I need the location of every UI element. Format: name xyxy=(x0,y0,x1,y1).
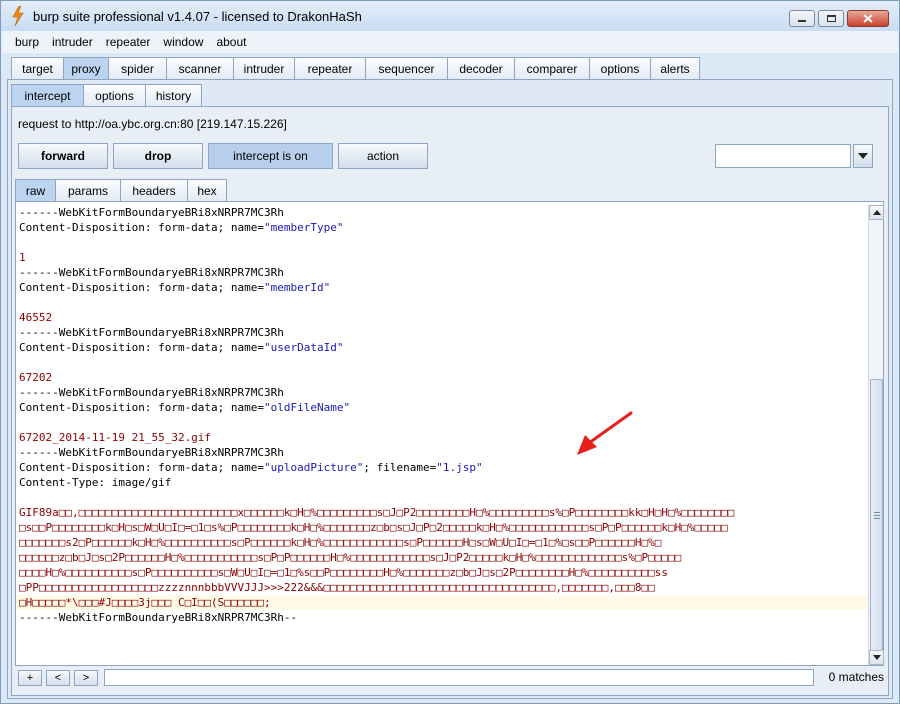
raw-request-editor[interactable]: ------WebKitFormBoundaryeBRi8xNRPR7MC3Rh… xyxy=(16,205,868,663)
menu-about[interactable]: about xyxy=(216,35,246,49)
tab-history[interactable]: history xyxy=(145,84,202,106)
value-line: 67202_2014-11-19 21_55_32.gif xyxy=(19,431,212,444)
scroll-up-button[interactable] xyxy=(869,205,884,220)
search-next-button[interactable]: > xyxy=(74,670,98,686)
boundary-end-line: ------WebKitFormBoundaryeBRi8xNRPR7MC3Rh… xyxy=(19,611,298,624)
combo-field[interactable] xyxy=(715,144,851,168)
intercept-combo xyxy=(715,144,873,168)
close-button[interactable] xyxy=(847,10,889,27)
tab-comparer[interactable]: comparer xyxy=(514,57,589,79)
menu-repeater[interactable]: repeater xyxy=(106,35,151,49)
menu-window[interactable]: window xyxy=(163,35,203,49)
header-line: Content-Disposition: form-data; name="us… xyxy=(19,341,344,354)
message-tab-bar: raw params headers hex xyxy=(15,179,227,201)
search-bar: + < > 0 matches xyxy=(18,669,884,687)
maximize-button[interactable] xyxy=(818,10,844,27)
intercept-actions: forward drop intercept is on action xyxy=(18,143,428,169)
scroll-down-button[interactable] xyxy=(869,650,884,665)
tab-hex[interactable]: hex xyxy=(187,179,227,201)
title-bar[interactable]: burp suite professional v1.4.07 - licens… xyxy=(1,1,899,31)
window-title: burp suite professional v1.4.07 - licens… xyxy=(33,8,362,24)
menu-burp[interactable]: burp xyxy=(15,35,39,49)
boundary-line: ------WebKitFormBoundaryeBRi8xNRPR7MC3Rh xyxy=(19,386,284,399)
value-line: 67202 xyxy=(19,371,53,384)
header-line: Content-Disposition: form-data; name="ol… xyxy=(19,401,351,414)
tab-intruder[interactable]: intruder xyxy=(233,57,294,79)
boundary-line: ------WebKitFormBoundaryeBRi8xNRPR7MC3Rh xyxy=(19,446,284,459)
drop-button[interactable]: drop xyxy=(113,143,203,169)
minimize-button[interactable] xyxy=(789,10,815,27)
tab-sequencer[interactable]: sequencer xyxy=(365,57,447,79)
tab-scanner[interactable]: scanner xyxy=(166,57,233,79)
tab-repeater[interactable]: repeater xyxy=(294,57,365,79)
intercept-toggle-button[interactable]: intercept is on xyxy=(208,143,333,169)
match-count: 0 matches xyxy=(828,670,884,684)
main-tab-bar: target proxy spider scanner intruder rep… xyxy=(11,57,700,79)
tab-target[interactable]: target xyxy=(11,57,63,79)
combo-dropdown-button[interactable] xyxy=(853,144,873,168)
tab-intercept[interactable]: intercept xyxy=(11,84,83,106)
value-line: 46552 xyxy=(19,311,53,324)
tab-proxy-options[interactable]: options xyxy=(83,84,145,106)
tab-spider[interactable]: spider xyxy=(108,57,166,79)
tab-headers[interactable]: headers xyxy=(120,179,187,201)
chevron-down-icon xyxy=(858,153,868,159)
header-line: Content-Disposition: form-data; name="me… xyxy=(19,281,331,294)
search-prev-button[interactable]: < xyxy=(46,670,70,686)
tab-raw[interactable]: raw xyxy=(15,179,55,201)
app-window: burp suite professional v1.4.07 - licens… xyxy=(0,0,900,704)
binary-line: □s□□P□□□□□□□□k□H□s□W□U□I□=□1□s%□P□□□□□□□… xyxy=(19,521,728,534)
binary-line: □□□□□□z□b□J□s□2P□□□□□□H□%□□□□□□□□□□□s□P□… xyxy=(19,551,682,564)
value-line: 1 xyxy=(19,251,26,264)
upload-header-line: Content-Disposition: form-data; name="up… xyxy=(19,461,483,474)
tab-params[interactable]: params xyxy=(55,179,120,201)
arrow-up-icon xyxy=(872,210,881,215)
boundary-line: ------WebKitFormBoundaryeBRi8xNRPR7MC3Rh xyxy=(19,326,284,339)
menu-bar: burp intruder repeater window about xyxy=(2,31,898,53)
action-button[interactable]: action xyxy=(338,143,428,169)
scroll-thumb[interactable] xyxy=(870,379,883,653)
arrow-down-icon xyxy=(872,655,881,660)
burp-logo-icon xyxy=(11,6,25,26)
red-arrow-annotation xyxy=(577,411,633,455)
search-input[interactable] xyxy=(104,669,814,686)
minimize-icon xyxy=(798,20,806,22)
request-target: request to http://oa.ybc.org.cn:80 [219.… xyxy=(18,117,287,131)
tab-options[interactable]: options xyxy=(589,57,650,79)
binary-line: □PP□□□□□□□□□□□□□□□□□□zzzznnnbbbVVVJJJ>>>… xyxy=(19,581,655,594)
binary-line: GIF89a□□,□□□□□□□□□□□□□□□□□□□□□□□□x□□□□□□… xyxy=(19,506,735,519)
header-line: Content-Disposition: form-data; name="me… xyxy=(19,221,344,234)
binary-line: □H□□□□□*\□□□#J□□□□3j□□□ C□I□□(S□□□□□□; xyxy=(16,595,868,610)
forward-button[interactable]: forward xyxy=(18,143,108,169)
tab-decoder[interactable]: decoder xyxy=(447,57,514,79)
editor-scrollbar[interactable] xyxy=(868,205,884,665)
boundary-line: ------WebKitFormBoundaryeBRi8xNRPR7MC3Rh xyxy=(19,206,284,219)
boundary-line: ------WebKitFormBoundaryeBRi8xNRPR7MC3Rh xyxy=(19,266,284,279)
content-type-line: Content-Type: image/gif xyxy=(19,476,172,489)
menu-intruder[interactable]: intruder xyxy=(52,35,93,49)
binary-line: □□□□H□%□□□□□□□□□□s□P□□□□□□□□□□s□W□U□I□=□… xyxy=(19,566,669,579)
proxy-tab-bar: intercept options history xyxy=(11,84,202,106)
close-icon xyxy=(863,14,873,23)
binary-line: □□□□□□□s2□P□□□□□□k□H□%□□□□□□□□□□s□P□□□□□… xyxy=(19,536,662,549)
tab-alerts[interactable]: alerts xyxy=(650,57,700,79)
search-add-button[interactable]: + xyxy=(18,670,42,686)
tab-proxy[interactable]: proxy xyxy=(63,57,108,79)
maximize-icon xyxy=(826,15,836,22)
